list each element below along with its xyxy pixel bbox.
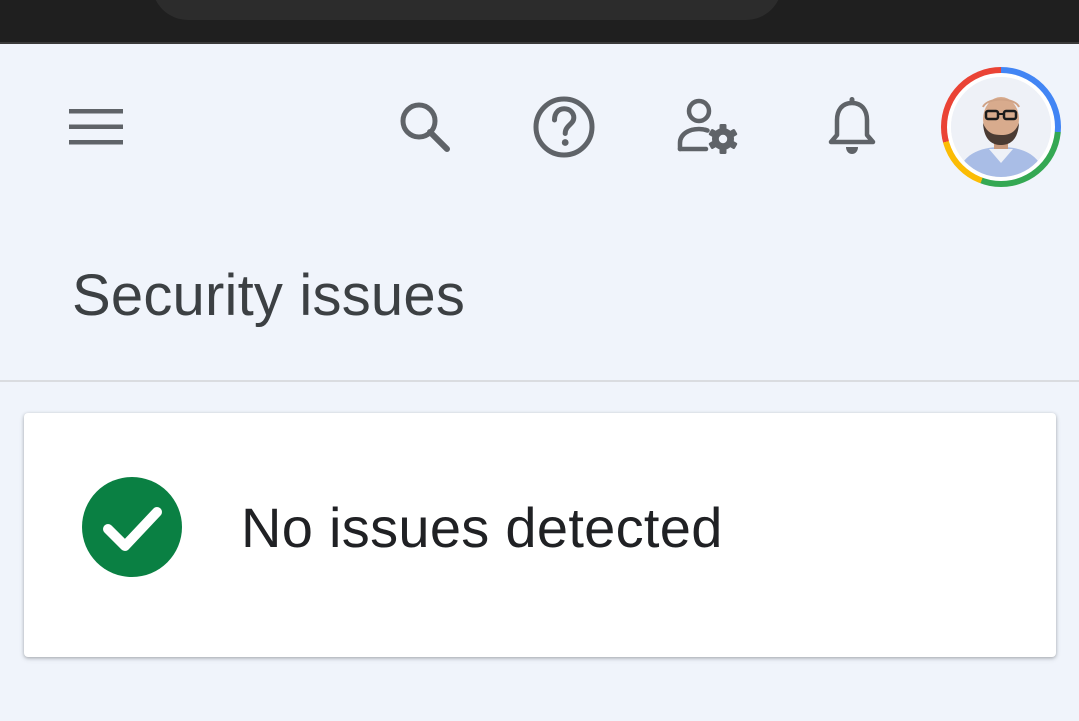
search-icon	[400, 102, 450, 152]
status-bar	[0, 0, 1079, 44]
admin-settings-button[interactable]	[668, 87, 748, 167]
section-divider	[0, 380, 1079, 382]
status-bar-edge	[0, 42, 1079, 44]
status-message: No issues detected	[241, 496, 723, 559]
bell-icon	[828, 97, 876, 154]
profile-photo	[951, 77, 1051, 177]
avatar	[951, 77, 1051, 177]
help-circle-icon	[533, 96, 595, 158]
menu-button[interactable]	[56, 87, 136, 167]
account-avatar-button[interactable]	[941, 67, 1061, 187]
camera-cutout	[152, 0, 782, 20]
help-button[interactable]	[524, 87, 604, 167]
user-gear-icon	[677, 98, 738, 154]
avatar-ring-inner	[947, 73, 1055, 181]
check-circle-icon	[82, 477, 182, 577]
security-status-card: No issues detected	[24, 413, 1056, 657]
menu-icon	[69, 109, 123, 145]
notifications-button[interactable]	[812, 87, 892, 167]
search-button[interactable]	[385, 87, 465, 167]
page-title: Security issues	[72, 263, 466, 328]
app-bar	[0, 46, 1079, 210]
